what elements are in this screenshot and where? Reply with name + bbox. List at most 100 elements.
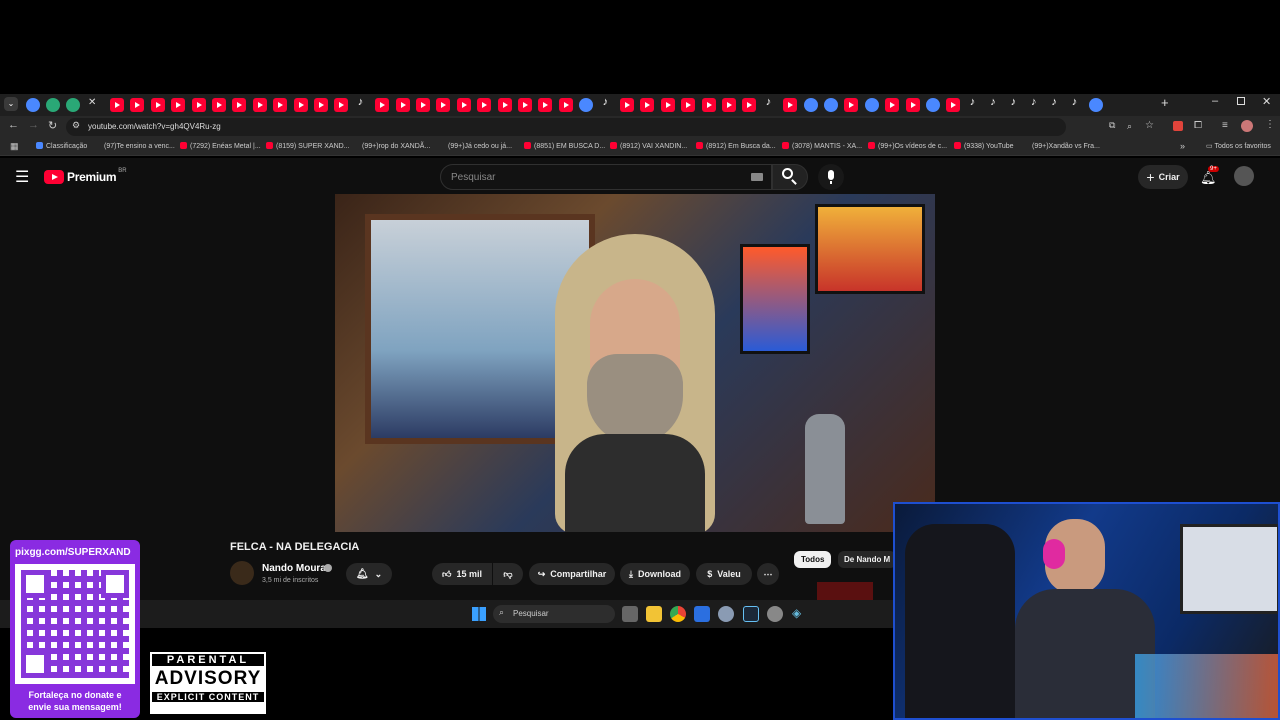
youtube-tab-icon[interactable]	[701, 98, 716, 112]
youtube-tab-icon[interactable]	[456, 98, 471, 112]
youtube-tab-icon[interactable]	[722, 98, 736, 112]
network-icon[interactable]: ◈	[792, 606, 808, 622]
chrome-icon[interactable]	[670, 606, 686, 622]
youtube-tab-icon[interactable]	[681, 98, 696, 112]
video-player[interactable]	[335, 194, 935, 532]
youtube-tab-icon[interactable]	[314, 98, 328, 112]
youtube-tab-icon[interactable]	[293, 98, 308, 112]
close-tab-icon[interactable]: ✕	[88, 97, 96, 108]
more-actions-button[interactable]: ⋯	[757, 563, 779, 585]
youtube-tab-icon[interactable]	[905, 98, 920, 112]
app-icon[interactable]	[694, 606, 710, 622]
share-button[interactable]: ↪ Compartilhar	[529, 563, 615, 585]
youtube-tab-icon[interactable]	[783, 98, 798, 112]
youtube-tab-icon[interactable]	[844, 98, 859, 112]
account-avatar[interactable]	[1234, 166, 1254, 186]
bookmark-item[interactable]: (8851) EM BUSCA D...	[524, 142, 605, 150]
app-icon[interactable]	[767, 606, 783, 622]
tiktok-tab-icon[interactable]	[1048, 96, 1062, 112]
maximize-icon[interactable]	[1237, 97, 1245, 105]
youtube-tab-icon[interactable]	[742, 98, 757, 112]
channel-avatar[interactable]	[230, 561, 254, 585]
back-icon[interactable]: ←	[8, 119, 19, 131]
windows-start-icon[interactable]	[472, 607, 486, 621]
bookmark-item[interactable]: (99+)rop do XANDÃ...	[352, 142, 430, 150]
tiktok-tab-icon[interactable]	[1028, 96, 1042, 112]
bookmark-item[interactable]: (99+)Os vídeos de c...	[868, 142, 947, 150]
youtube-tab-icon[interactable]	[273, 98, 288, 112]
bookmark-item[interactable]: (8912) Em Busca da...	[696, 142, 776, 150]
tab-search-menu-icon[interactable]: ≡	[1222, 120, 1228, 131]
youtube-tab-icon[interactable]	[620, 98, 634, 112]
tiktok-tab-icon[interactable]	[987, 96, 1001, 112]
tiktok-tab-icon[interactable]	[355, 96, 369, 112]
bookmark-item[interactable]: (8159) SUPER XAND...	[266, 142, 350, 150]
youtube-tab-icon[interactable]	[212, 98, 226, 112]
youtube-tab-icon[interactable]	[191, 98, 206, 112]
bookmark-item[interactable]: (8912) VAI XANDIN...	[610, 142, 687, 150]
new-tab-icon[interactable]: +	[1161, 95, 1169, 110]
thanks-button[interactable]: $ Valeu	[696, 563, 752, 585]
tab-favicon[interactable]	[1089, 98, 1104, 112]
youtube-tab-icon[interactable]	[538, 98, 553, 112]
youtube-premium-logo[interactable]: Premium BR	[44, 168, 127, 185]
apps-grid-icon[interactable]: ▦	[10, 141, 19, 152]
site-info-icon[interactable]: ⚙	[72, 120, 80, 131]
youtube-tab-icon[interactable]	[518, 98, 532, 112]
youtube-tab-icon[interactable]	[171, 98, 186, 112]
youtube-tab-icon[interactable]	[334, 98, 349, 112]
youtube-tab-icon[interactable]	[375, 98, 390, 112]
chip-from-channel[interactable]: De Nando M	[838, 551, 897, 568]
tab-favicon[interactable]	[66, 98, 80, 112]
all-bookmarks-folder[interactable]: ▭ Todos os favoritos	[1206, 142, 1271, 150]
file-explorer-icon[interactable]	[646, 606, 662, 622]
tab-favicon[interactable]	[824, 98, 838, 112]
extension-icon[interactable]	[1173, 121, 1183, 131]
youtube-tab-icon[interactable]	[130, 98, 145, 112]
create-button[interactable]: + Criar	[1138, 165, 1188, 189]
tiktok-tab-icon[interactable]	[763, 96, 777, 112]
youtube-tab-icon[interactable]	[150, 98, 165, 112]
recommended-thumbnail[interactable]	[817, 582, 873, 600]
bookmarks-overflow-icon[interactable]: »	[1180, 141, 1185, 151]
tiktok-tab-icon[interactable]	[600, 96, 614, 112]
url-field[interactable]: ⚙ youtube.com/watch?v=gh4QV4Ru-zg ⧉	[66, 118, 1115, 136]
bookmark-item[interactable]: (9338) YouTube	[954, 142, 1014, 150]
notifications-button[interactable]: 🔔︎ 9+	[1200, 166, 1219, 185]
bookmark-item[interactable]: (99+)Já cedo ou já...	[438, 142, 512, 150]
youtube-tab-icon[interactable]	[436, 98, 451, 112]
youtube-tab-icon[interactable]	[558, 98, 573, 112]
tab-favicon[interactable]	[46, 98, 60, 112]
tab-favicon[interactable]	[26, 98, 40, 112]
profile-avatar[interactable]	[1241, 120, 1253, 132]
chip-all[interactable]: Todos	[794, 551, 832, 568]
dislike-button[interactable]: 👎︎	[493, 563, 523, 585]
youtube-tab-icon[interactable]	[252, 98, 267, 112]
keyboard-icon[interactable]	[751, 173, 763, 181]
bookmark-item[interactable]: (3078) MANTIS - XA...	[782, 142, 862, 150]
steam-icon[interactable]	[743, 606, 759, 622]
task-view-icon[interactable]	[622, 606, 638, 622]
tiktok-tab-icon[interactable]	[1069, 96, 1083, 112]
zoom-icon[interactable]: ⌕	[1127, 121, 1132, 132]
minimize-icon[interactable]: –	[1212, 95, 1218, 107]
youtube-tab-icon[interactable]	[232, 98, 247, 112]
search-input[interactable]: Pesquisar	[440, 164, 772, 190]
tiktok-tab-icon[interactable]	[1008, 96, 1022, 112]
forward-icon[interactable]: →	[28, 119, 39, 131]
hamburger-menu-icon[interactable]: ☰	[15, 167, 29, 187]
youtube-tab-icon[interactable]	[660, 98, 675, 112]
bookmark-item[interactable]: (7292) Enéas Metal |...	[180, 142, 261, 150]
youtube-tab-icon[interactable]	[395, 98, 410, 112]
youtube-tab-icon[interactable]	[110, 98, 124, 112]
voice-search-button[interactable]	[818, 164, 844, 190]
tab-favicon[interactable]	[803, 98, 818, 112]
youtube-tab-icon[interactable]	[885, 98, 900, 112]
bookmark-item[interactable]: (97)Te ensino a venc...	[94, 142, 175, 150]
settings-icon[interactable]	[718, 606, 734, 622]
tab-favicon[interactable]	[864, 98, 879, 112]
like-button[interactable]: 👍︎ 15 mil	[432, 563, 492, 585]
youtube-tab-icon[interactable]	[416, 98, 430, 112]
download-button[interactable]: ⤓ Download	[620, 563, 690, 585]
search-button[interactable]	[772, 164, 808, 190]
